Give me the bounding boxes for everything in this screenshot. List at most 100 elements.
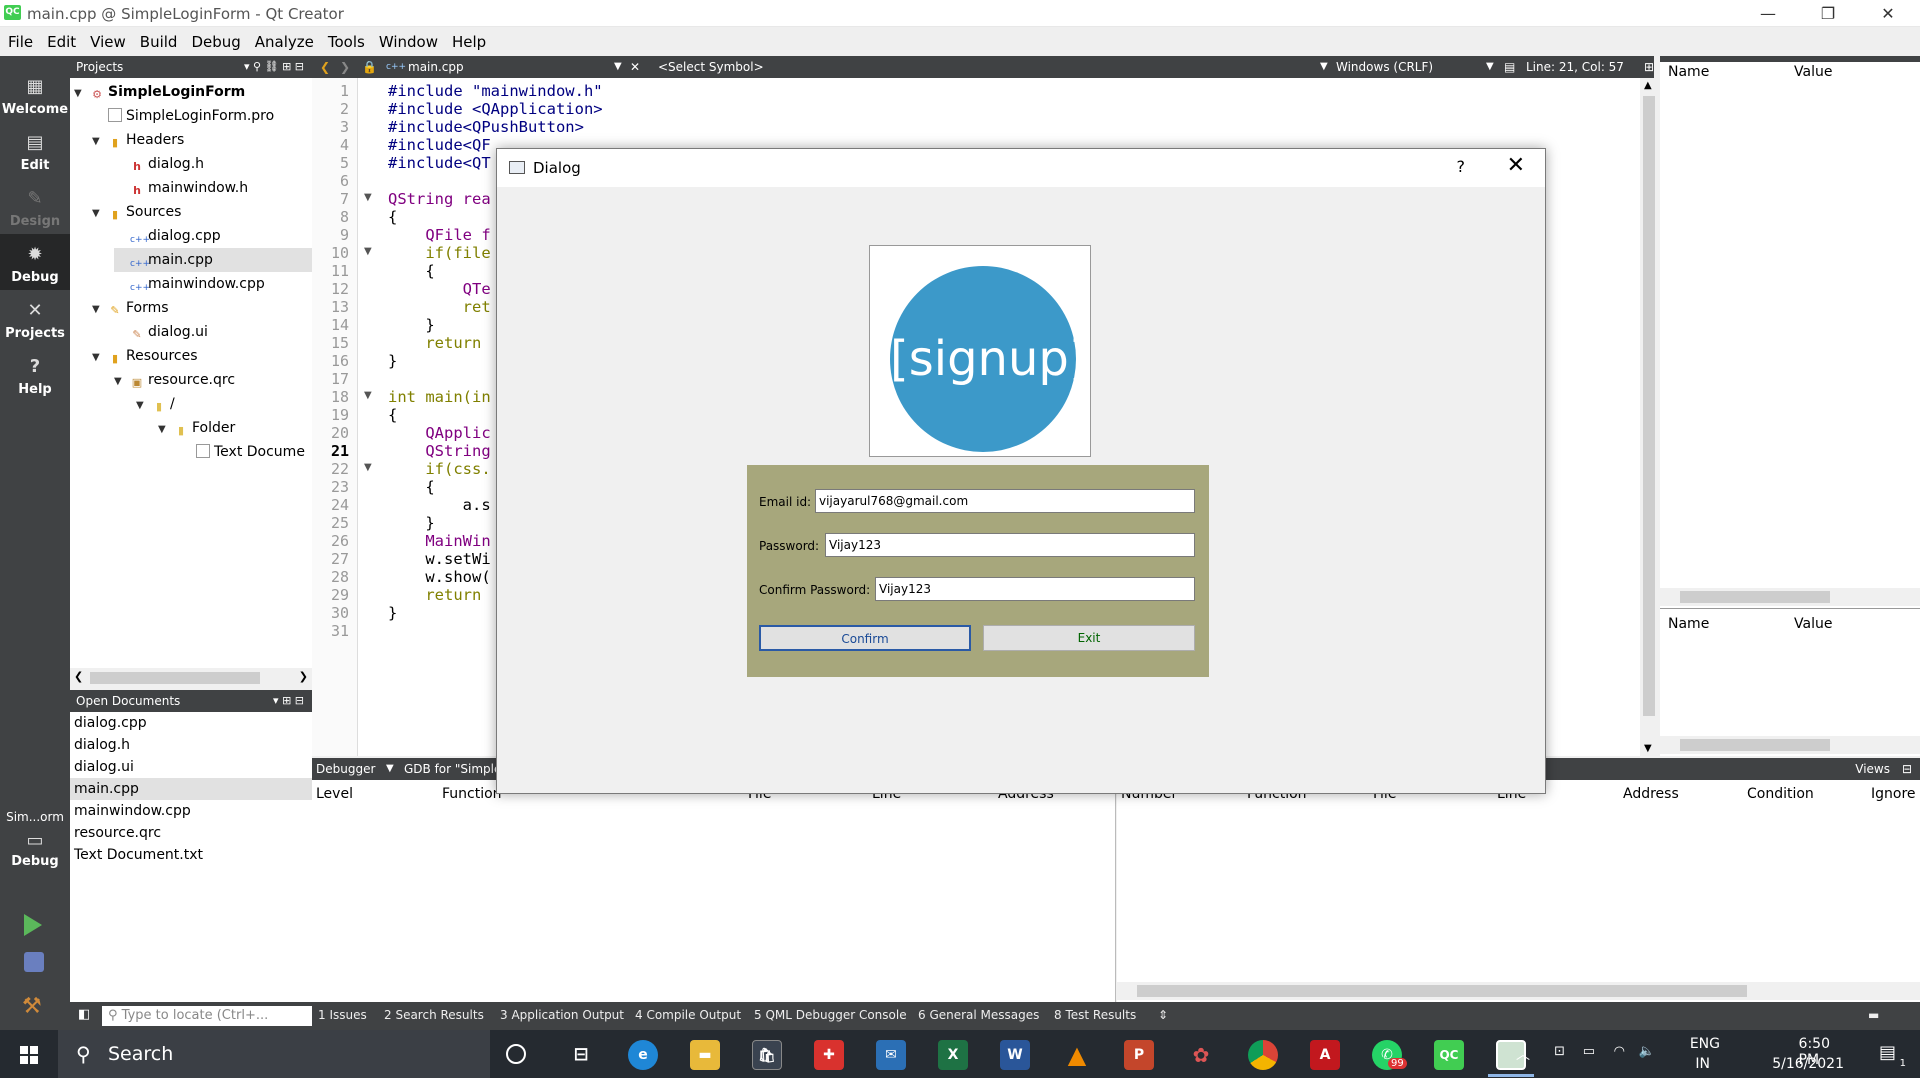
chevron-right-icon[interactable]: ❯ [299, 670, 308, 683]
output-tab-compile[interactable]: 4 Compile Output [635, 1008, 741, 1022]
chevron-down-icon[interactable]: ▼ [614, 56, 622, 78]
chrome-icon[interactable] [1248, 1040, 1278, 1070]
start-button[interactable] [0, 1030, 58, 1078]
expand-arrows-icon[interactable]: ⇕ [1158, 1008, 1168, 1022]
code-line[interactable]: #include<QT [388, 152, 491, 174]
close-panel-icon[interactable]: ⊟ [1902, 758, 1912, 780]
open-documents-title[interactable]: Open Documents [76, 694, 180, 708]
chevron-down-icon[interactable]: ▼ [386, 758, 394, 780]
file-tab[interactable]: main.cpp [408, 56, 464, 78]
tree-item-forms[interactable]: ▼ ✎ Forms [92, 296, 312, 320]
gdb-selector[interactable]: GDB for "Simple [404, 758, 501, 780]
help-button[interactable]: ? [1457, 157, 1466, 176]
notifications-icon[interactable]: ▤ [1879, 1042, 1896, 1063]
open-doc-item[interactable]: dialog.cpp [70, 712, 312, 734]
code-line[interactable]: QString rea [388, 188, 491, 210]
mode-projects[interactable]: ✕ Projects [0, 290, 70, 346]
tree-item-dialog-cpp[interactable]: c++dialog.cpp [114, 224, 312, 248]
chevron-up-icon[interactable]: ▲ [1644, 80, 1652, 91]
cursor-position[interactable]: Line: 21, Col: 57 [1526, 56, 1624, 78]
menu-help[interactable]: Help [452, 33, 486, 51]
menu-edit[interactable]: Edit [47, 33, 76, 51]
scrollbar-thumb[interactable] [1643, 96, 1655, 716]
tree-item-main-cpp[interactable]: c++main.cpp [114, 248, 312, 272]
split-icon[interactable]: ⊞ [1644, 56, 1654, 78]
menu-build[interactable]: Build [140, 33, 178, 51]
email-field[interactable]: vijayarul768@gmail.com [815, 489, 1195, 513]
code-line[interactable]: } [388, 602, 397, 624]
expressions-value-header[interactable]: Value [1794, 616, 1832, 632]
exit-button[interactable]: Exit [983, 625, 1195, 651]
fold-marker-icon[interactable]: ▼ [364, 246, 372, 257]
tree-item-resource-qrc[interactable]: ▼ ▣ resource.qrc [114, 368, 312, 392]
tree-item-dialog-ui[interactable]: ✎ dialog.ui [114, 320, 312, 344]
breakpoints-scrollbar[interactable] [1117, 982, 1920, 1000]
menu-window[interactable]: Window [379, 33, 438, 51]
debugger-label[interactable]: Debugger [316, 762, 375, 776]
powerpoint-icon[interactable]: P [1124, 1040, 1154, 1070]
output-tab-general[interactable]: 6 General Messages [918, 1008, 1039, 1022]
code-line[interactable]: return [388, 584, 481, 606]
tree-item-folder[interactable]: ▼ ▮ Folder [158, 416, 312, 440]
language-label[interactable]: ENG [1690, 1036, 1720, 1052]
open-doc-item[interactable]: resource.qrc [70, 822, 312, 844]
tree-item-mainwindow-h[interactable]: h mainwindow.h [114, 176, 312, 200]
scrollbar-thumb[interactable] [1680, 591, 1830, 603]
tree-item-root-prefix[interactable]: ▼ ▮ / [136, 392, 312, 416]
battery-icon[interactable]: ▭ [1583, 1044, 1595, 1059]
kit-selector[interactable]: Sim...orm ▭ Debug [0, 806, 70, 886]
excel-icon[interactable]: X [938, 1040, 968, 1070]
password-field[interactable]: Vijay123 [825, 533, 1195, 557]
cortana-icon[interactable] [506, 1044, 526, 1064]
stack-col-level[interactable]: Level [316, 786, 353, 802]
restore-button[interactable]: ❐ [1800, 0, 1856, 27]
menu-debug[interactable]: Debug [191, 33, 240, 51]
output-tab-search[interactable]: 2 Search Results [384, 1008, 484, 1022]
word-icon[interactable]: W [1000, 1040, 1030, 1070]
open-doc-item[interactable]: Text Document.txt [70, 844, 312, 866]
open-doc-item[interactable]: mainwindow.cpp [70, 800, 312, 822]
expressions-name-header[interactable]: Name [1668, 616, 1709, 632]
fold-marker-icon[interactable]: ▼ [364, 462, 372, 473]
locals-value-header[interactable]: Value [1794, 64, 1832, 80]
scrollbar-thumb[interactable] [90, 672, 260, 684]
qt-creator-taskbar-icon[interactable]: QC [1434, 1040, 1464, 1070]
mode-edit[interactable]: ▤ Edit [0, 122, 70, 178]
region-label[interactable]: IN [1695, 1056, 1710, 1072]
task-view-icon[interactable]: ⊟ [566, 1040, 596, 1070]
projects-title[interactable]: Projects [76, 60, 123, 74]
output-tab-issues[interactable]: 1 Issues [318, 1008, 367, 1022]
menu-file[interactable]: File [8, 33, 33, 51]
mail-icon[interactable]: ✉ [876, 1040, 906, 1070]
edge-icon[interactable]: e [628, 1040, 658, 1070]
chevron-down-icon[interactable]: ▼ [1320, 56, 1328, 78]
tree-item-text-document[interactable]: Text Docume [180, 440, 312, 464]
paint-icon[interactable]: ✿ [1186, 1040, 1216, 1070]
locals-scrollbar[interactable] [1660, 588, 1920, 606]
confirm-password-field[interactable]: Vijay123 [875, 577, 1195, 601]
fold-marker-icon[interactable]: ▼ [364, 192, 372, 203]
output-tab-app-output[interactable]: 3 Application Output [500, 1008, 624, 1022]
close-button[interactable]: ✕ [1860, 0, 1916, 27]
taskbar-search[interactable]: ⚲ Search [58, 1030, 490, 1078]
fold-marker-icon[interactable]: ▼ [364, 390, 372, 401]
close-file-icon[interactable]: ✕ [630, 56, 640, 78]
volume-icon[interactable]: 🔈 [1639, 1044, 1655, 1059]
progress-icon[interactable]: ▬ [1868, 1008, 1879, 1022]
projects-toolbar-icons[interactable]: ▾ ⚲ ⛓ ⊞ ⊟ [244, 56, 304, 78]
tree-item-resources[interactable]: ▼ ▮ Resources [92, 344, 312, 368]
chevron-up-icon[interactable]: ︿ [1516, 1044, 1530, 1064]
tree-item-dialog-h[interactable]: h dialog.h [114, 152, 312, 176]
toggle-sidebar-icon[interactable]: ◧ [78, 1007, 90, 1022]
acrobat-icon[interactable]: A [1310, 1040, 1340, 1070]
scrollbar-thumb[interactable] [1680, 739, 1830, 751]
run-icon[interactable] [24, 914, 42, 936]
views-button[interactable]: Views [1855, 758, 1890, 780]
break-col-condition[interactable]: Condition [1747, 786, 1814, 802]
open-doc-item[interactable]: dialog.ui [70, 756, 312, 778]
symbol-selector[interactable]: <Select Symbol> [658, 56, 764, 78]
chevron-down-icon[interactable]: ▼ [1486, 56, 1494, 78]
menu-view[interactable]: View [90, 33, 126, 51]
menu-analyze[interactable]: Analyze [255, 33, 314, 51]
build-hammer-icon[interactable]: ⚒ [22, 994, 42, 1019]
